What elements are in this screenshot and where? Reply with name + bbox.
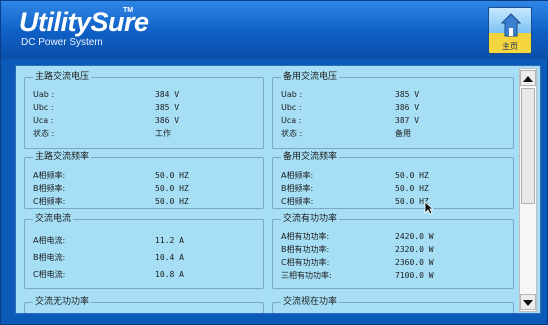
row-label: C相频率: xyxy=(33,197,66,206)
row-label: Uab : xyxy=(281,90,303,99)
row-label: B相电流: xyxy=(33,253,66,262)
row-label: Uca : xyxy=(281,116,302,125)
scrollbar-thumb[interactable] xyxy=(521,88,535,204)
row-value: 11.2 A xyxy=(155,236,184,245)
row-value: 10.4 A xyxy=(155,253,184,262)
panel-title: 交流电流 xyxy=(33,213,74,225)
row-value: 50.0 HZ xyxy=(395,184,429,193)
panel-title: 交流无功功率 xyxy=(33,296,92,308)
row-label: Uab : xyxy=(33,90,55,99)
vertical-scrollbar[interactable] xyxy=(519,68,537,312)
trademark-mark: TM xyxy=(123,7,134,14)
row-value: 387 V xyxy=(395,116,420,125)
arrow-up-icon xyxy=(523,76,533,82)
row-label: B相频率: xyxy=(281,184,314,193)
row-label: B相频率: xyxy=(33,184,66,193)
panel-title: 交流视在功率 xyxy=(281,296,340,308)
row-value: 50.0 HZ xyxy=(395,171,429,180)
app-window: UtilitySure TM DC Power System 主页 主路交流电压… xyxy=(0,0,548,325)
panel-title: 主路交流电压 xyxy=(33,71,92,83)
home-button[interactable]: 主页 xyxy=(488,7,532,54)
row-value: 384 V xyxy=(155,90,180,99)
row-label: A相电流: xyxy=(33,236,66,245)
row-value: 备用 xyxy=(395,129,411,138)
panel-ac-active-power: 交流有功功率 A相有功功率: 2420.0 W B相有功功率: 2320.0 W… xyxy=(272,213,514,289)
row-label: Ubc : xyxy=(281,103,302,112)
row-value: 50.0 HZ xyxy=(155,171,189,180)
header-bar: UtilitySure TM DC Power System 主页 xyxy=(1,1,548,59)
row-value: 2420.0 W xyxy=(395,232,434,241)
row-value: 50.0 HZ xyxy=(155,197,189,206)
panel-ac-current: 交流电流 A相电流: 11.2 A B相电流: 10.4 A C相电流: 10.… xyxy=(24,213,264,289)
row-label: B相有功功率: xyxy=(281,245,330,254)
row-label: 状态 : xyxy=(33,129,55,138)
home-icon xyxy=(501,13,521,37)
row-value: 2320.0 W xyxy=(395,245,434,254)
row-value: 50.0 HZ xyxy=(155,184,189,193)
row-label: A相频率: xyxy=(33,171,66,180)
home-button-label: 主页 xyxy=(502,42,518,51)
row-label: 三相有功功率: xyxy=(281,271,332,280)
row-label: A相有功功率: xyxy=(281,232,330,241)
panel-backup-ac-frequency: 备用交流频率 A相频率: 50.0 HZ B相频率: 50.0 HZ C相频率:… xyxy=(272,151,514,209)
mouse-pointer-icon xyxy=(424,201,434,215)
row-value: 2360.0 W xyxy=(395,258,434,267)
panel-title: 主路交流频率 xyxy=(33,151,92,163)
panel-main-ac-voltage: 主路交流电压 Uab : 384 V Ubc : 385 V Uca : 386… xyxy=(24,71,264,149)
panel-ac-apparent-power: 交流视在功率 xyxy=(272,296,514,313)
status-content-area: 主路交流电压 Uab : 384 V Ubc : 385 V Uca : 386… xyxy=(15,65,541,314)
panel-title: 备用交流频率 xyxy=(281,151,340,163)
row-value: 工作 xyxy=(155,129,171,138)
row-value: 386 V xyxy=(155,116,180,125)
row-label: C相有功功率: xyxy=(281,258,330,267)
row-value: 10.8 A xyxy=(155,270,184,279)
panel-title: 交流有功功率 xyxy=(281,213,340,225)
row-label: Ubc : xyxy=(33,103,54,112)
panel-main-ac-frequency: 主路交流频率 A相频率: 50.0 HZ B相频率: 50.0 HZ C相频率:… xyxy=(24,151,264,209)
row-label: C相电流: xyxy=(33,270,66,279)
row-label: C相频率: xyxy=(281,197,314,206)
row-value: 7100.0 W xyxy=(395,271,434,280)
row-label: Uca : xyxy=(33,116,54,125)
panel-backup-ac-voltage: 备用交流电压 Uab : 385 V Ubc : 386 V Uca : 387… xyxy=(272,71,514,149)
panel-title: 备用交流电压 xyxy=(281,71,340,83)
panel-ac-reactive-power: 交流无功功率 xyxy=(24,296,264,313)
scroll-up-button[interactable] xyxy=(520,70,536,86)
row-value: 385 V xyxy=(395,90,420,99)
row-value: 385 V xyxy=(155,103,180,112)
row-label: 状态 : xyxy=(281,129,303,138)
row-label: A相频率: xyxy=(281,171,314,180)
scroll-down-button[interactable] xyxy=(520,294,536,310)
brand-subtitle: DC Power System xyxy=(21,37,103,48)
row-value: 386 V xyxy=(395,103,420,112)
arrow-down-icon xyxy=(523,300,533,306)
